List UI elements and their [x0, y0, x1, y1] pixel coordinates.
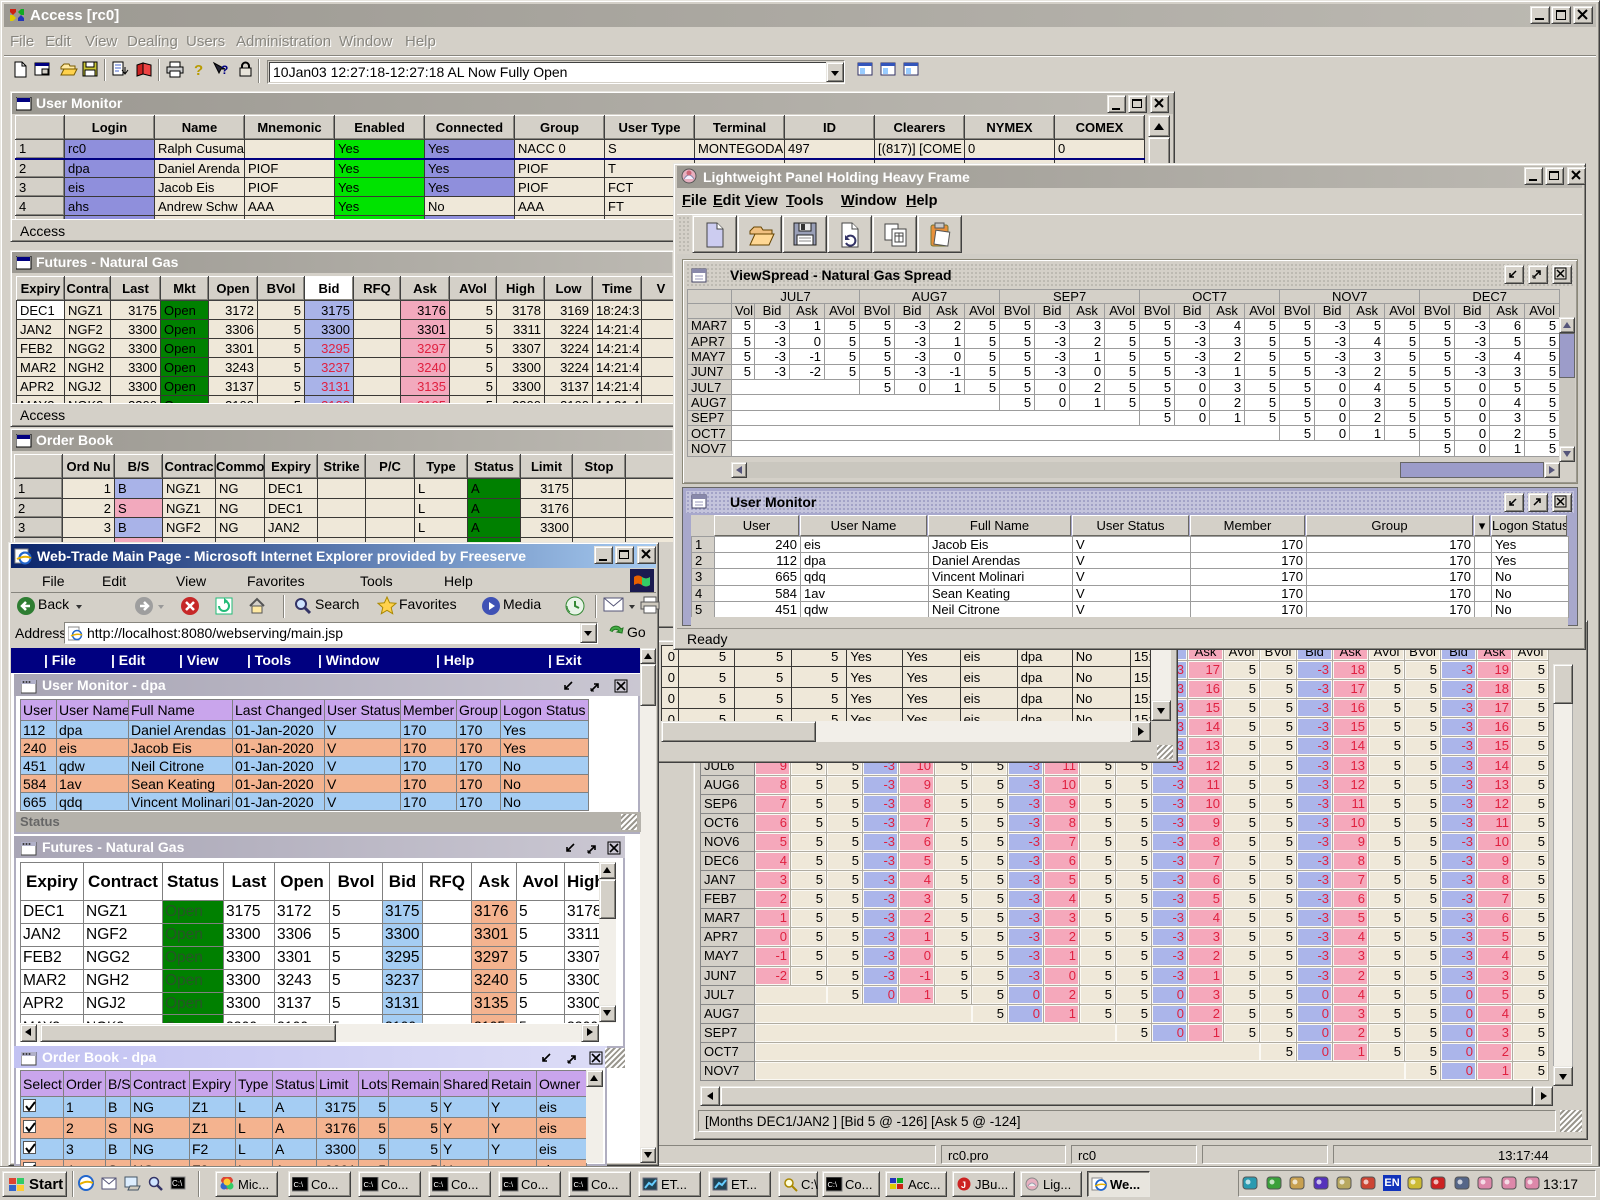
svg-text:C:\: C:\: [434, 1180, 445, 1189]
svg-text:C:\: C:\: [364, 1180, 375, 1189]
svg-text:C:\: C:\: [504, 1180, 515, 1189]
svg-text:J: J: [961, 1180, 966, 1190]
svg-text:?: ?: [221, 63, 228, 77]
svg-text:C:\: C:\: [574, 1180, 585, 1189]
svg-text:C:\: C:\: [172, 1179, 183, 1188]
svg-text:C:\: C:\: [294, 1180, 305, 1189]
svg-text:?: ?: [194, 62, 203, 78]
svg-text:C:\: C:\: [828, 1180, 839, 1189]
